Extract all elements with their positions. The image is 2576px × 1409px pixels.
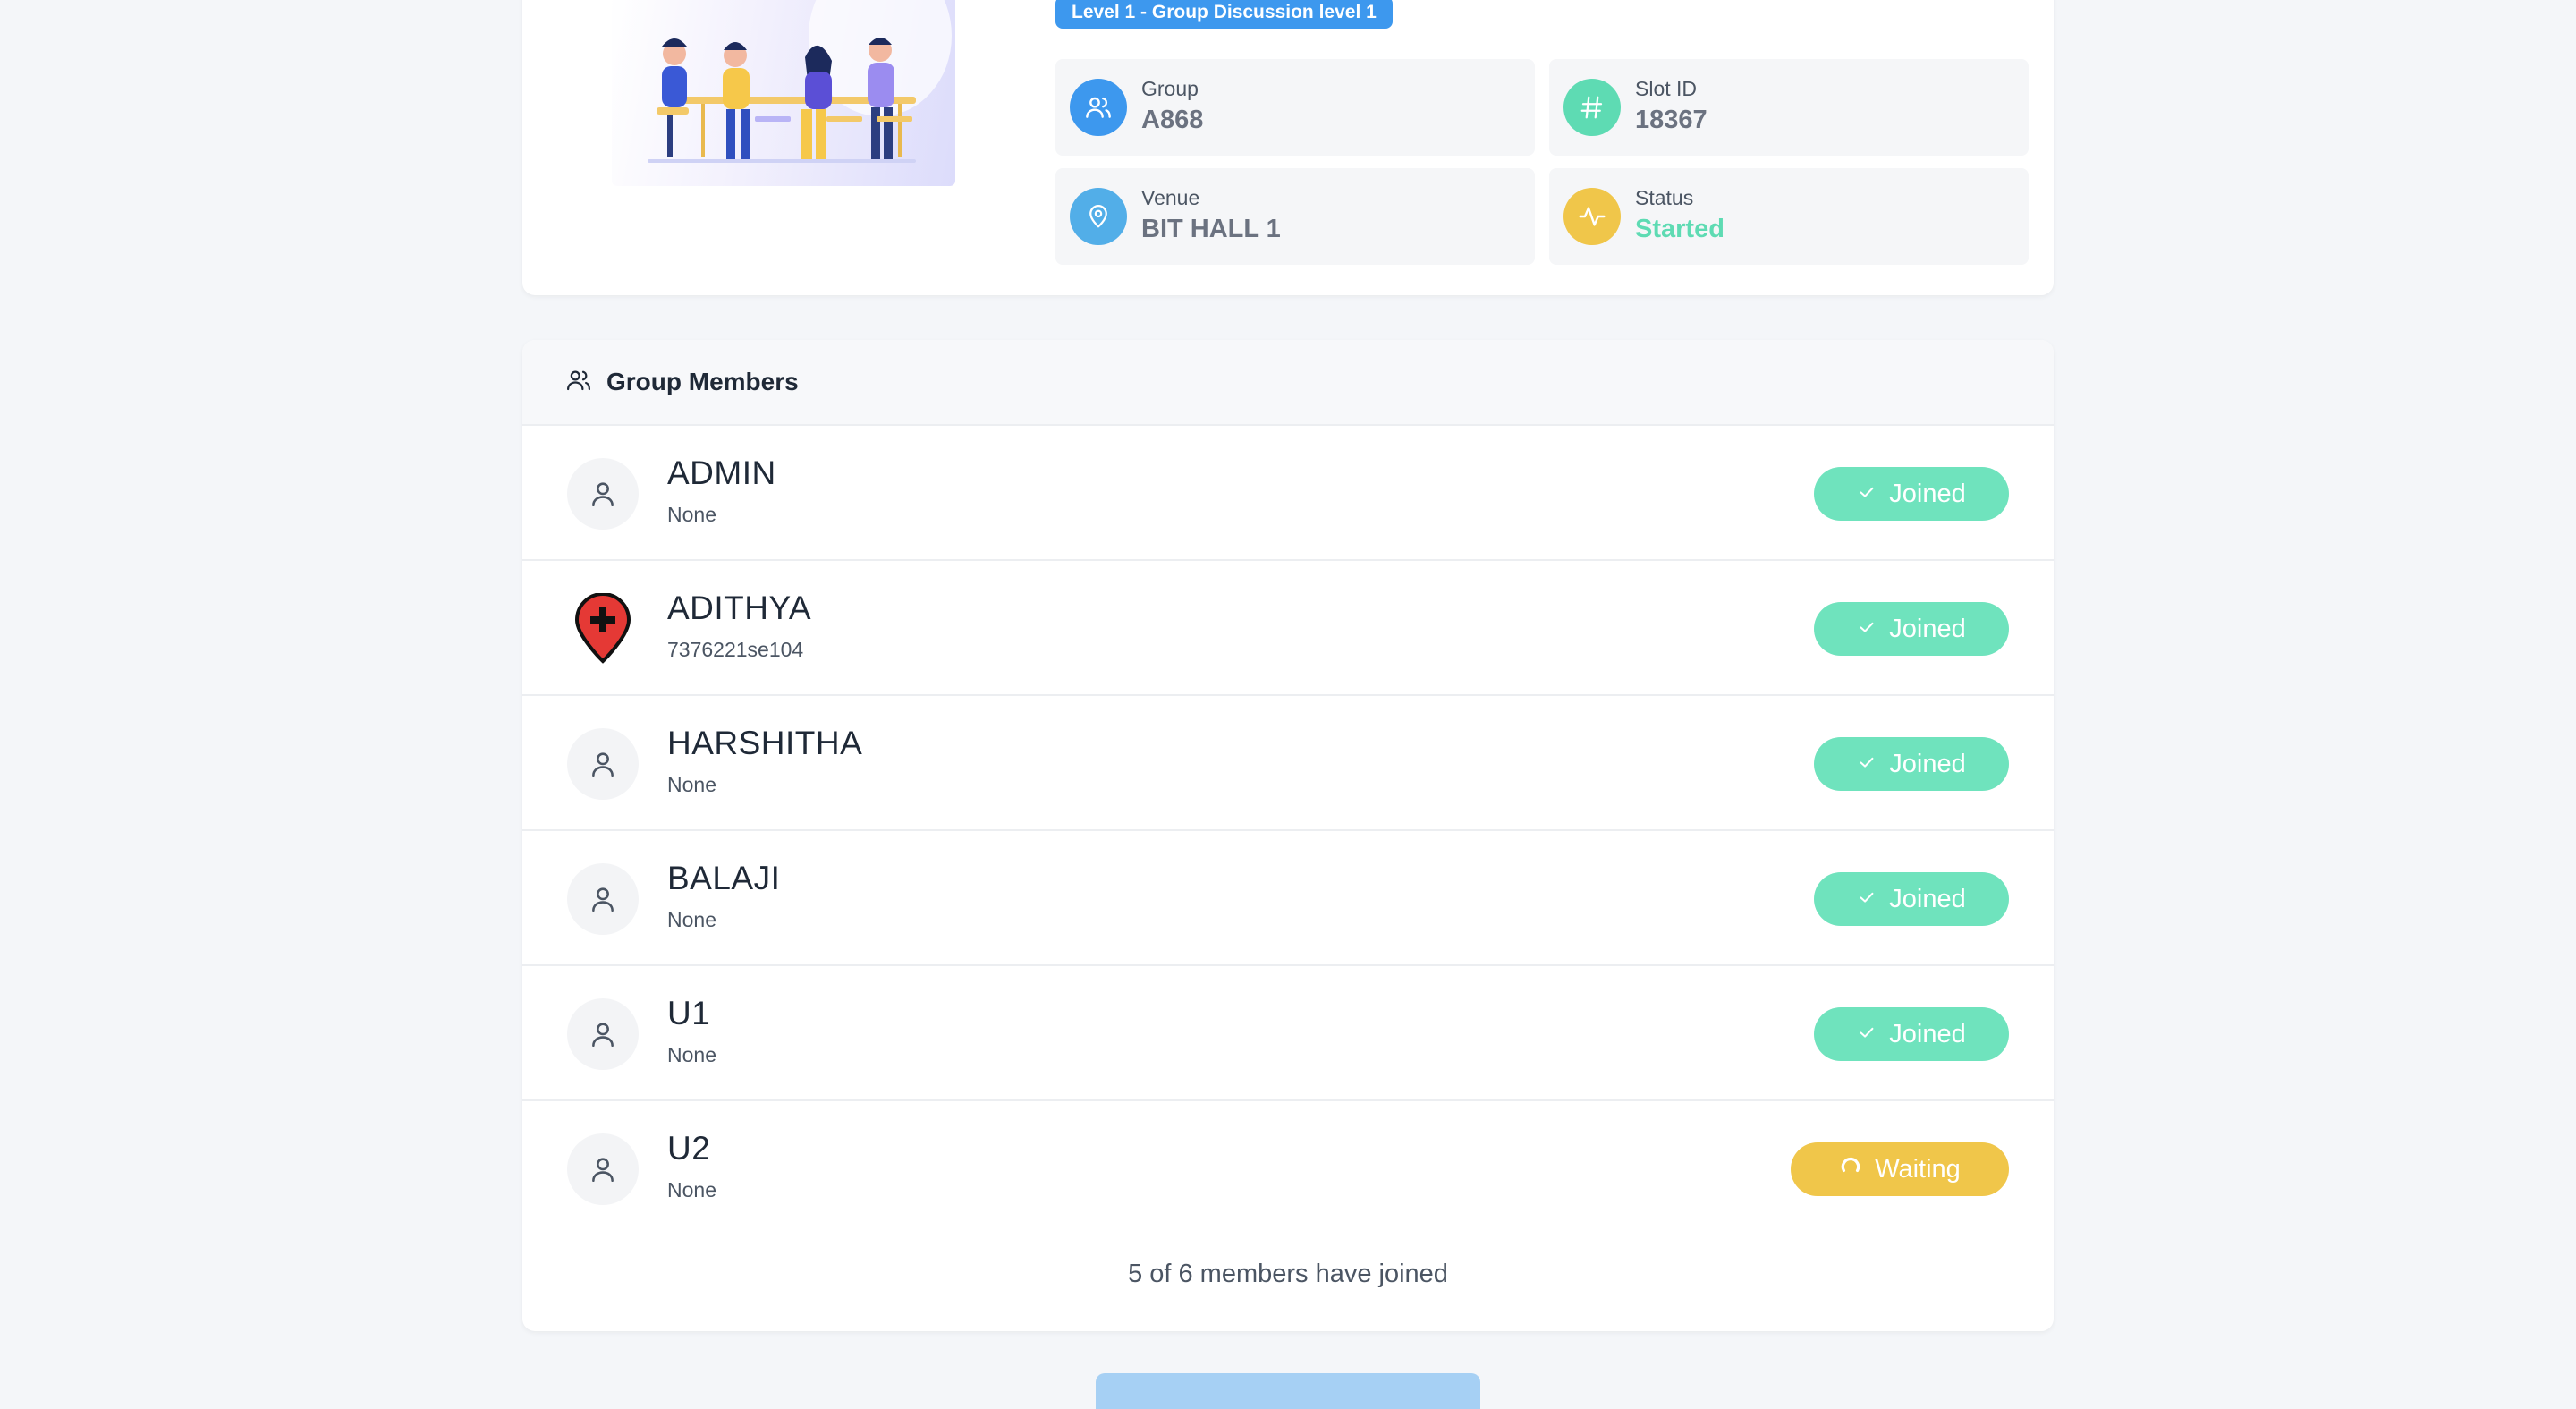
waiting-status-badge: Waiting [1791,1142,2009,1196]
venue-value: BIT HALL 1 [1141,215,1281,243]
user-icon [567,728,639,800]
joined-count-summary: 5 of 6 members have joined [1128,1260,1448,1288]
session-info-card: Level 1 - Group Discussion level 1 Group… [522,0,2054,295]
users-icon [565,367,592,398]
member-row: HARSHITHA None Joined [522,696,2054,831]
member-name: U2 [667,1130,711,1167]
joined-status-badge: Joined [1814,602,2009,656]
location-pin-plus-icon [567,593,639,665]
member-roll-number: None [667,1043,716,1066]
status-text: Joined [1889,1019,1966,1048]
member-roll-number: None [667,773,716,796]
activity-icon [1563,188,1621,245]
joined-status-badge: Joined [1814,737,2009,791]
primary-action-button[interactable] [1096,1373,1480,1409]
user-icon [567,863,639,935]
joined-status-badge: Joined [1814,467,2009,521]
group-discussion-illustration [612,0,955,186]
status-text: Waiting [1875,1154,1961,1184]
member-name: ADITHYA [667,590,812,626]
members-title: Group Members [606,368,799,395]
joined-status-badge: Joined [1814,872,2009,926]
member-roll-number: None [667,1178,716,1201]
hash-icon [1563,79,1621,136]
status-value: Started [1635,215,1724,243]
status-text: Joined [1889,479,1966,508]
check-icon [1857,885,1877,914]
status-text: Joined [1889,749,1966,778]
member-name: BALAJI [667,860,781,896]
group-tile: Group A868 [1055,59,1535,156]
check-icon [1857,480,1877,509]
member-roll-number: 7376221se104 [667,638,804,661]
check-icon [1857,615,1877,644]
venue-label: Venue [1141,186,1200,209]
member-name: HARSHITHA [667,725,863,761]
group-label: Group [1141,77,1199,100]
member-row: ADITHYA 7376221se104 Joined [522,561,2054,696]
venue-tile: Venue BIT HALL 1 [1055,168,1535,265]
member-roll-number: None [667,503,716,526]
slot-tile: Slot ID 18367 [1549,59,2029,156]
check-icon [1857,1020,1877,1049]
user-icon [567,998,639,1070]
slot-label: Slot ID [1635,77,1698,100]
level-badge: Level 1 - Group Discussion level 1 [1055,0,1393,29]
member-row: U2 None Waiting [522,1101,2054,1236]
check-icon [1857,750,1877,779]
members-header: Group Members [522,340,2054,426]
users-icon [1070,79,1127,136]
user-icon [567,458,639,530]
status-text: Joined [1889,884,1966,913]
group-value: A868 [1141,106,1204,134]
member-name: ADMIN [667,454,776,491]
spinner-icon [1839,1154,1862,1184]
group-members-card: Group Members ADMIN None Joined ADITHYA … [522,340,2054,1331]
slot-value: 18367 [1635,106,1707,134]
member-row: ADMIN None Joined [522,426,2054,561]
status-text: Joined [1889,614,1966,643]
status-label: Status [1635,186,1694,209]
member-row: U1 None Joined [522,966,2054,1101]
user-icon [567,1133,639,1205]
joined-status-badge: Joined [1814,1007,2009,1061]
status-tile: Status Started [1549,168,2029,265]
member-roll-number: None [667,908,716,931]
member-row: BALAJI None Joined [522,831,2054,966]
location-pin-icon [1070,188,1127,245]
member-name: U1 [667,995,711,1031]
